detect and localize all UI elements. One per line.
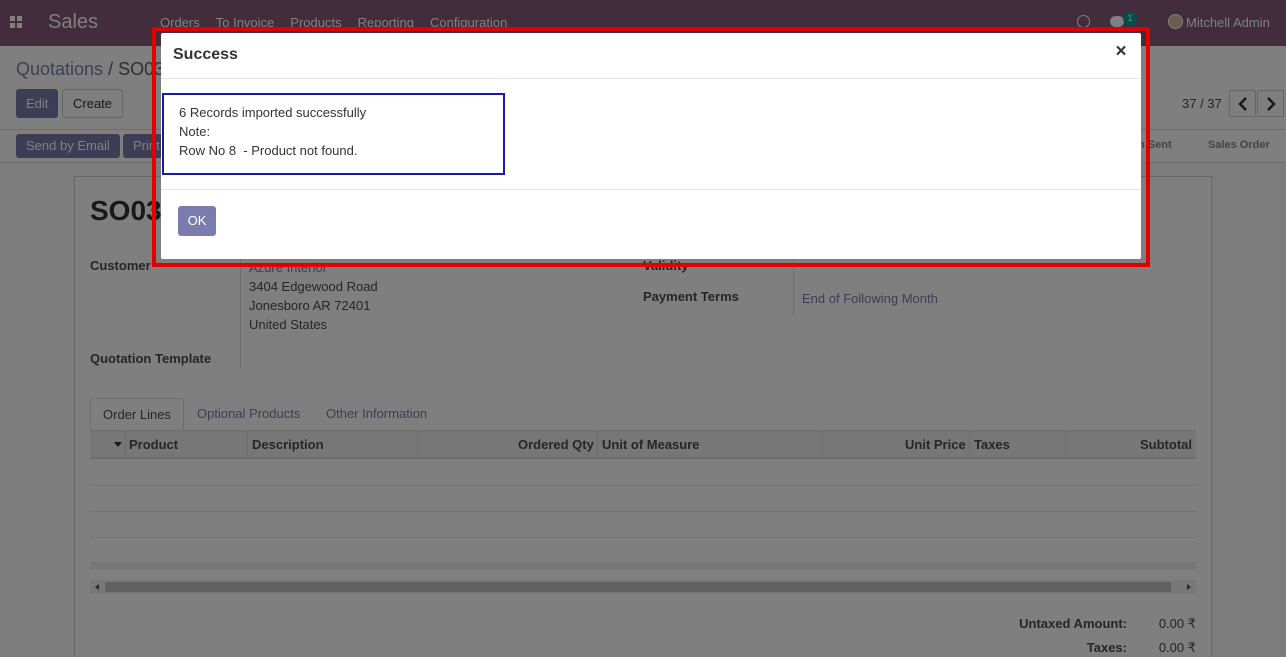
import-result-message: 6 Records imported successfully Note: Ro… (162, 93, 505, 175)
close-icon[interactable]: × (1113, 42, 1129, 62)
success-dialog: Success × 6 Records imported successfull… (161, 33, 1141, 259)
dialog-title: Success (173, 46, 238, 63)
message-line-records: 6 Records imported successfully (179, 105, 367, 120)
ok-button[interactable]: OK (178, 206, 216, 236)
message-line-error: Row No 8 - Product not found. (179, 143, 358, 158)
dialog-header: Success × (161, 33, 1141, 79)
message-line-note: Note: (179, 124, 211, 139)
dialog-footer-divider (161, 189, 1141, 190)
